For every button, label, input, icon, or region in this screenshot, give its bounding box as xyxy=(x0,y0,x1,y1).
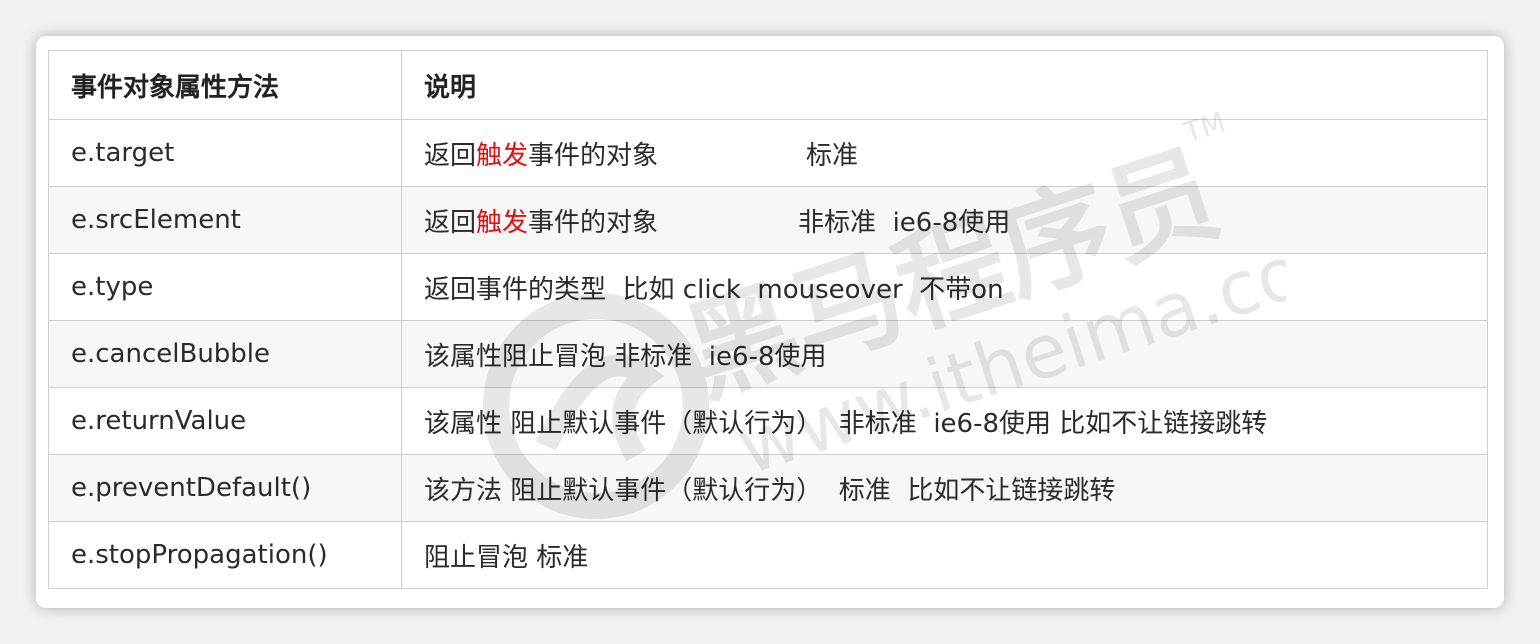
description-cell: 返回触发事件的对象 非标准 ie6-8使用 xyxy=(401,186,1488,254)
description-cell: 阻止冒泡 标准 xyxy=(401,521,1488,589)
table-row: e.srcElement 返回触发事件的对象 非标准 ie6-8使用 xyxy=(48,186,1488,254)
description-cell: 返回触发事件的对象 标准 xyxy=(401,119,1488,187)
method-cell: e.stopPropagation() xyxy=(48,521,402,589)
table-header-row: 事件对象属性方法 说明 xyxy=(48,50,1488,120)
desc-text: 事件的对象 xyxy=(528,207,659,238)
desc-text: 事件的对象 xyxy=(528,140,659,171)
method-cell: e.target xyxy=(48,119,402,187)
method-cell: e.srcElement xyxy=(48,186,402,254)
standard-note: 标准 xyxy=(806,140,859,171)
method-cell: e.returnValue xyxy=(48,387,402,455)
description-cell: 该方法 阻止默认事件（默认行为） 标准 比如不让链接跳转 xyxy=(401,454,1488,522)
table-row: e.cancelBubble 该属性阻止冒泡 非标准 ie6-8使用 xyxy=(48,320,1488,388)
table-row: e.target 返回触发事件的对象 标准 xyxy=(48,119,1488,187)
method-cell: e.preventDefault() xyxy=(48,454,402,522)
table-row: e.stopPropagation() 阻止冒泡 标准 xyxy=(48,521,1488,589)
highlight-text: 触发 xyxy=(476,140,529,171)
header-description: 说明 xyxy=(401,50,1488,120)
table-row: e.preventDefault() 该方法 阻止默认事件（默认行为） 标准 比… xyxy=(48,454,1488,522)
event-object-table: 事件对象属性方法 说明 e.target 返回触发事件的对象 标准 e.srcEl… xyxy=(48,50,1488,589)
method-cell: e.cancelBubble xyxy=(48,320,402,388)
desc-text: 返回 xyxy=(424,140,477,171)
description-cell: 返回事件的类型 比如 click mouseover 不带on xyxy=(401,253,1488,321)
description-cell: 该属性 阻止默认事件（默认行为） 非标准 ie6-8使用 比如不让链接跳转 xyxy=(401,387,1488,455)
description-cell: 该属性阻止冒泡 非标准 ie6-8使用 xyxy=(401,320,1488,388)
table-card: 事件对象属性方法 说明 e.target 返回触发事件的对象 标准 e.srcEl… xyxy=(36,36,1504,608)
method-cell: e.type xyxy=(48,253,402,321)
table-row: e.type 返回事件的类型 比如 click mouseover 不带on xyxy=(48,253,1488,321)
header-method: 事件对象属性方法 xyxy=(48,50,402,120)
standard-note: 非标准 ie6-8使用 xyxy=(798,207,1011,238)
highlight-text: 触发 xyxy=(476,207,529,238)
table-row: e.returnValue 该属性 阻止默认事件（默认行为） 非标准 ie6-8… xyxy=(48,387,1488,455)
desc-text: 返回 xyxy=(424,207,477,238)
